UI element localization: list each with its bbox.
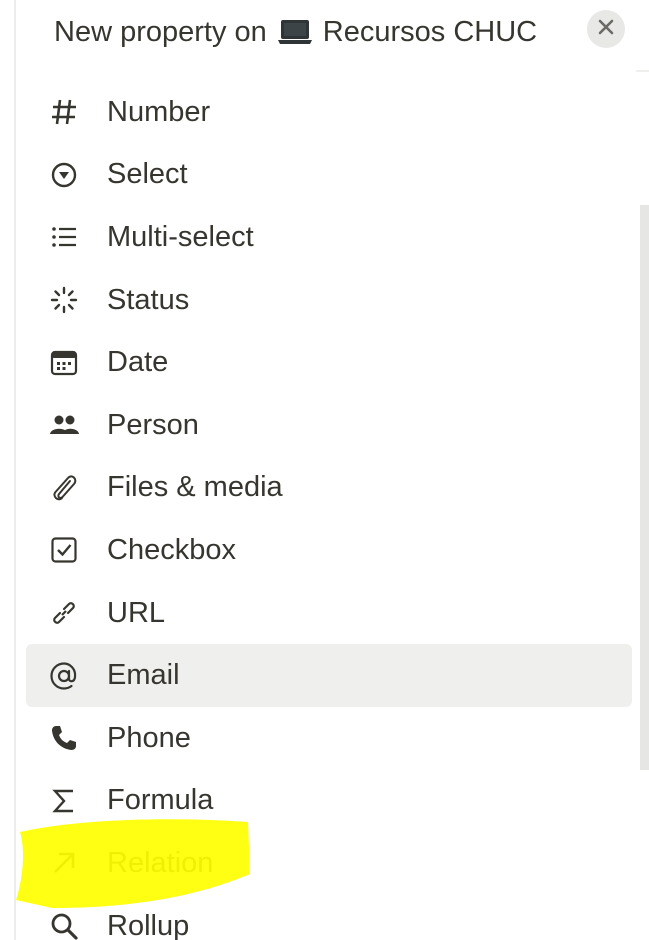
menu-item-phone[interactable]: Phone — [26, 707, 632, 770]
select-circle-icon — [46, 157, 82, 193]
close-button[interactable] — [587, 10, 625, 48]
calendar-icon — [46, 345, 82, 381]
panel-left-border — [14, 0, 16, 940]
menu-item-select[interactable]: Select — [26, 144, 632, 207]
menu-item-person[interactable]: Person — [26, 394, 632, 457]
menu-item-date[interactable]: Date — [26, 331, 632, 394]
menu-item-label: Files & media — [107, 471, 283, 504]
arrow-up-right-icon — [46, 845, 82, 881]
menu-item-label: Phone — [107, 721, 191, 754]
hash-icon — [46, 94, 82, 130]
sigma-icon — [46, 783, 82, 819]
menu-item-label: Multi-select — [107, 220, 254, 253]
menu-item-label: Formula — [107, 784, 214, 817]
laptop-icon — [277, 18, 313, 46]
menu-item-label: Select — [107, 158, 188, 191]
menu-item-checkbox[interactable]: Checkbox — [26, 519, 632, 582]
menu-item-label: Person — [107, 408, 199, 441]
menu-item-email[interactable]: Email — [26, 644, 632, 707]
menu-item-label: Checkbox — [107, 533, 236, 566]
at-icon — [46, 658, 82, 694]
status-spinner-icon — [46, 282, 82, 318]
paperclip-icon — [46, 470, 82, 506]
header-title: New property on — [54, 15, 267, 48]
link-icon — [46, 595, 82, 631]
close-icon — [597, 18, 615, 41]
people-icon — [46, 407, 82, 443]
database-name: Recursos CHUC — [322, 15, 538, 48]
property-type-menu: Number Select Multi-select Status Date P… — [26, 81, 632, 940]
menu-item-url[interactable]: URL — [26, 582, 632, 645]
menu-item-label: Number — [107, 95, 211, 128]
menu-item-label: Date — [107, 346, 169, 379]
search-icon — [46, 908, 82, 940]
scrollbar-thumb[interactable] — [640, 205, 649, 770]
new-property-panel: New property on Recursos CHUC Number Sel… — [0, 0, 649, 940]
menu-item-label: Rollup — [107, 909, 190, 940]
scroll-divider — [636, 70, 649, 72]
menu-item-files-media[interactable]: Files & media — [26, 457, 632, 520]
list-icon — [46, 219, 82, 255]
menu-item-label: Email — [107, 659, 180, 692]
menu-item-label: Relation — [107, 846, 214, 879]
phone-icon — [46, 720, 82, 756]
menu-item-formula[interactable]: Formula — [26, 770, 632, 833]
panel-header: New property on Recursos CHUC — [54, 8, 537, 56]
checkbox-icon — [46, 532, 82, 568]
menu-item-multi-select[interactable]: Multi-select — [26, 206, 632, 269]
menu-item-number[interactable]: Number — [26, 81, 632, 144]
menu-item-rollup[interactable]: Rollup — [26, 895, 632, 940]
menu-item-relation[interactable]: Relation — [26, 832, 632, 895]
menu-item-status[interactable]: Status — [26, 269, 632, 332]
menu-item-label: URL — [107, 596, 166, 629]
menu-item-label: Status — [107, 283, 190, 316]
